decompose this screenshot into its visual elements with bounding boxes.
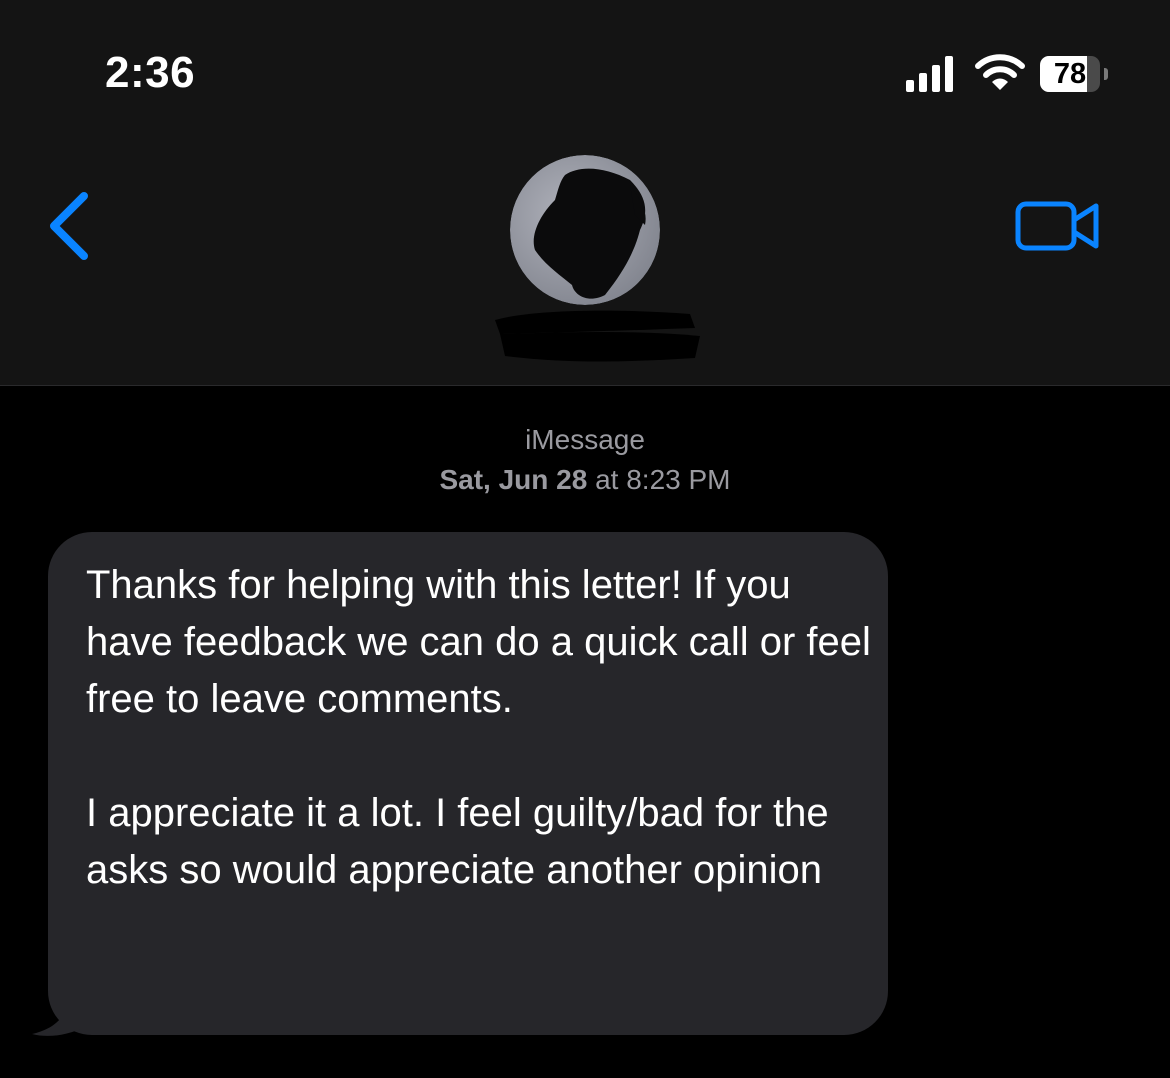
timestamp-time: 8:23 PM [626,464,731,495]
status-time: 2:36 [105,48,196,97]
message-timestamp: Sat, Jun 28 at 8:23 PM [0,464,1170,496]
chevron-left-icon [50,192,88,260]
message-text: Thanks for helping with this letter! If … [86,557,876,899]
wifi-icon [975,54,1025,90]
video-camera-icon [1015,201,1077,251]
timestamp-day: Sat, Jun 28 [439,464,588,495]
battery-nub [1104,68,1108,80]
contact-avatar[interactable] [510,155,660,305]
back-button[interactable] [40,188,100,264]
cellular-signal-icon [906,56,953,92]
facetime-video-button[interactable] [1012,196,1104,256]
message-paragraph-2: I appreciate it a lot. I feel guilty/bad… [86,791,829,892]
conversation-header: 2:36 78 [0,0,1170,386]
service-label: iMessage [525,424,645,455]
battery-icon: 78 [1040,56,1100,92]
battery-level: 78 [1053,57,1087,90]
contact-name-redaction [495,310,700,362]
message-paragraph-1: Thanks for helping with this letter! If … [86,563,871,721]
timestamp-separator: at [595,464,619,495]
bubble-tail [32,990,88,1036]
